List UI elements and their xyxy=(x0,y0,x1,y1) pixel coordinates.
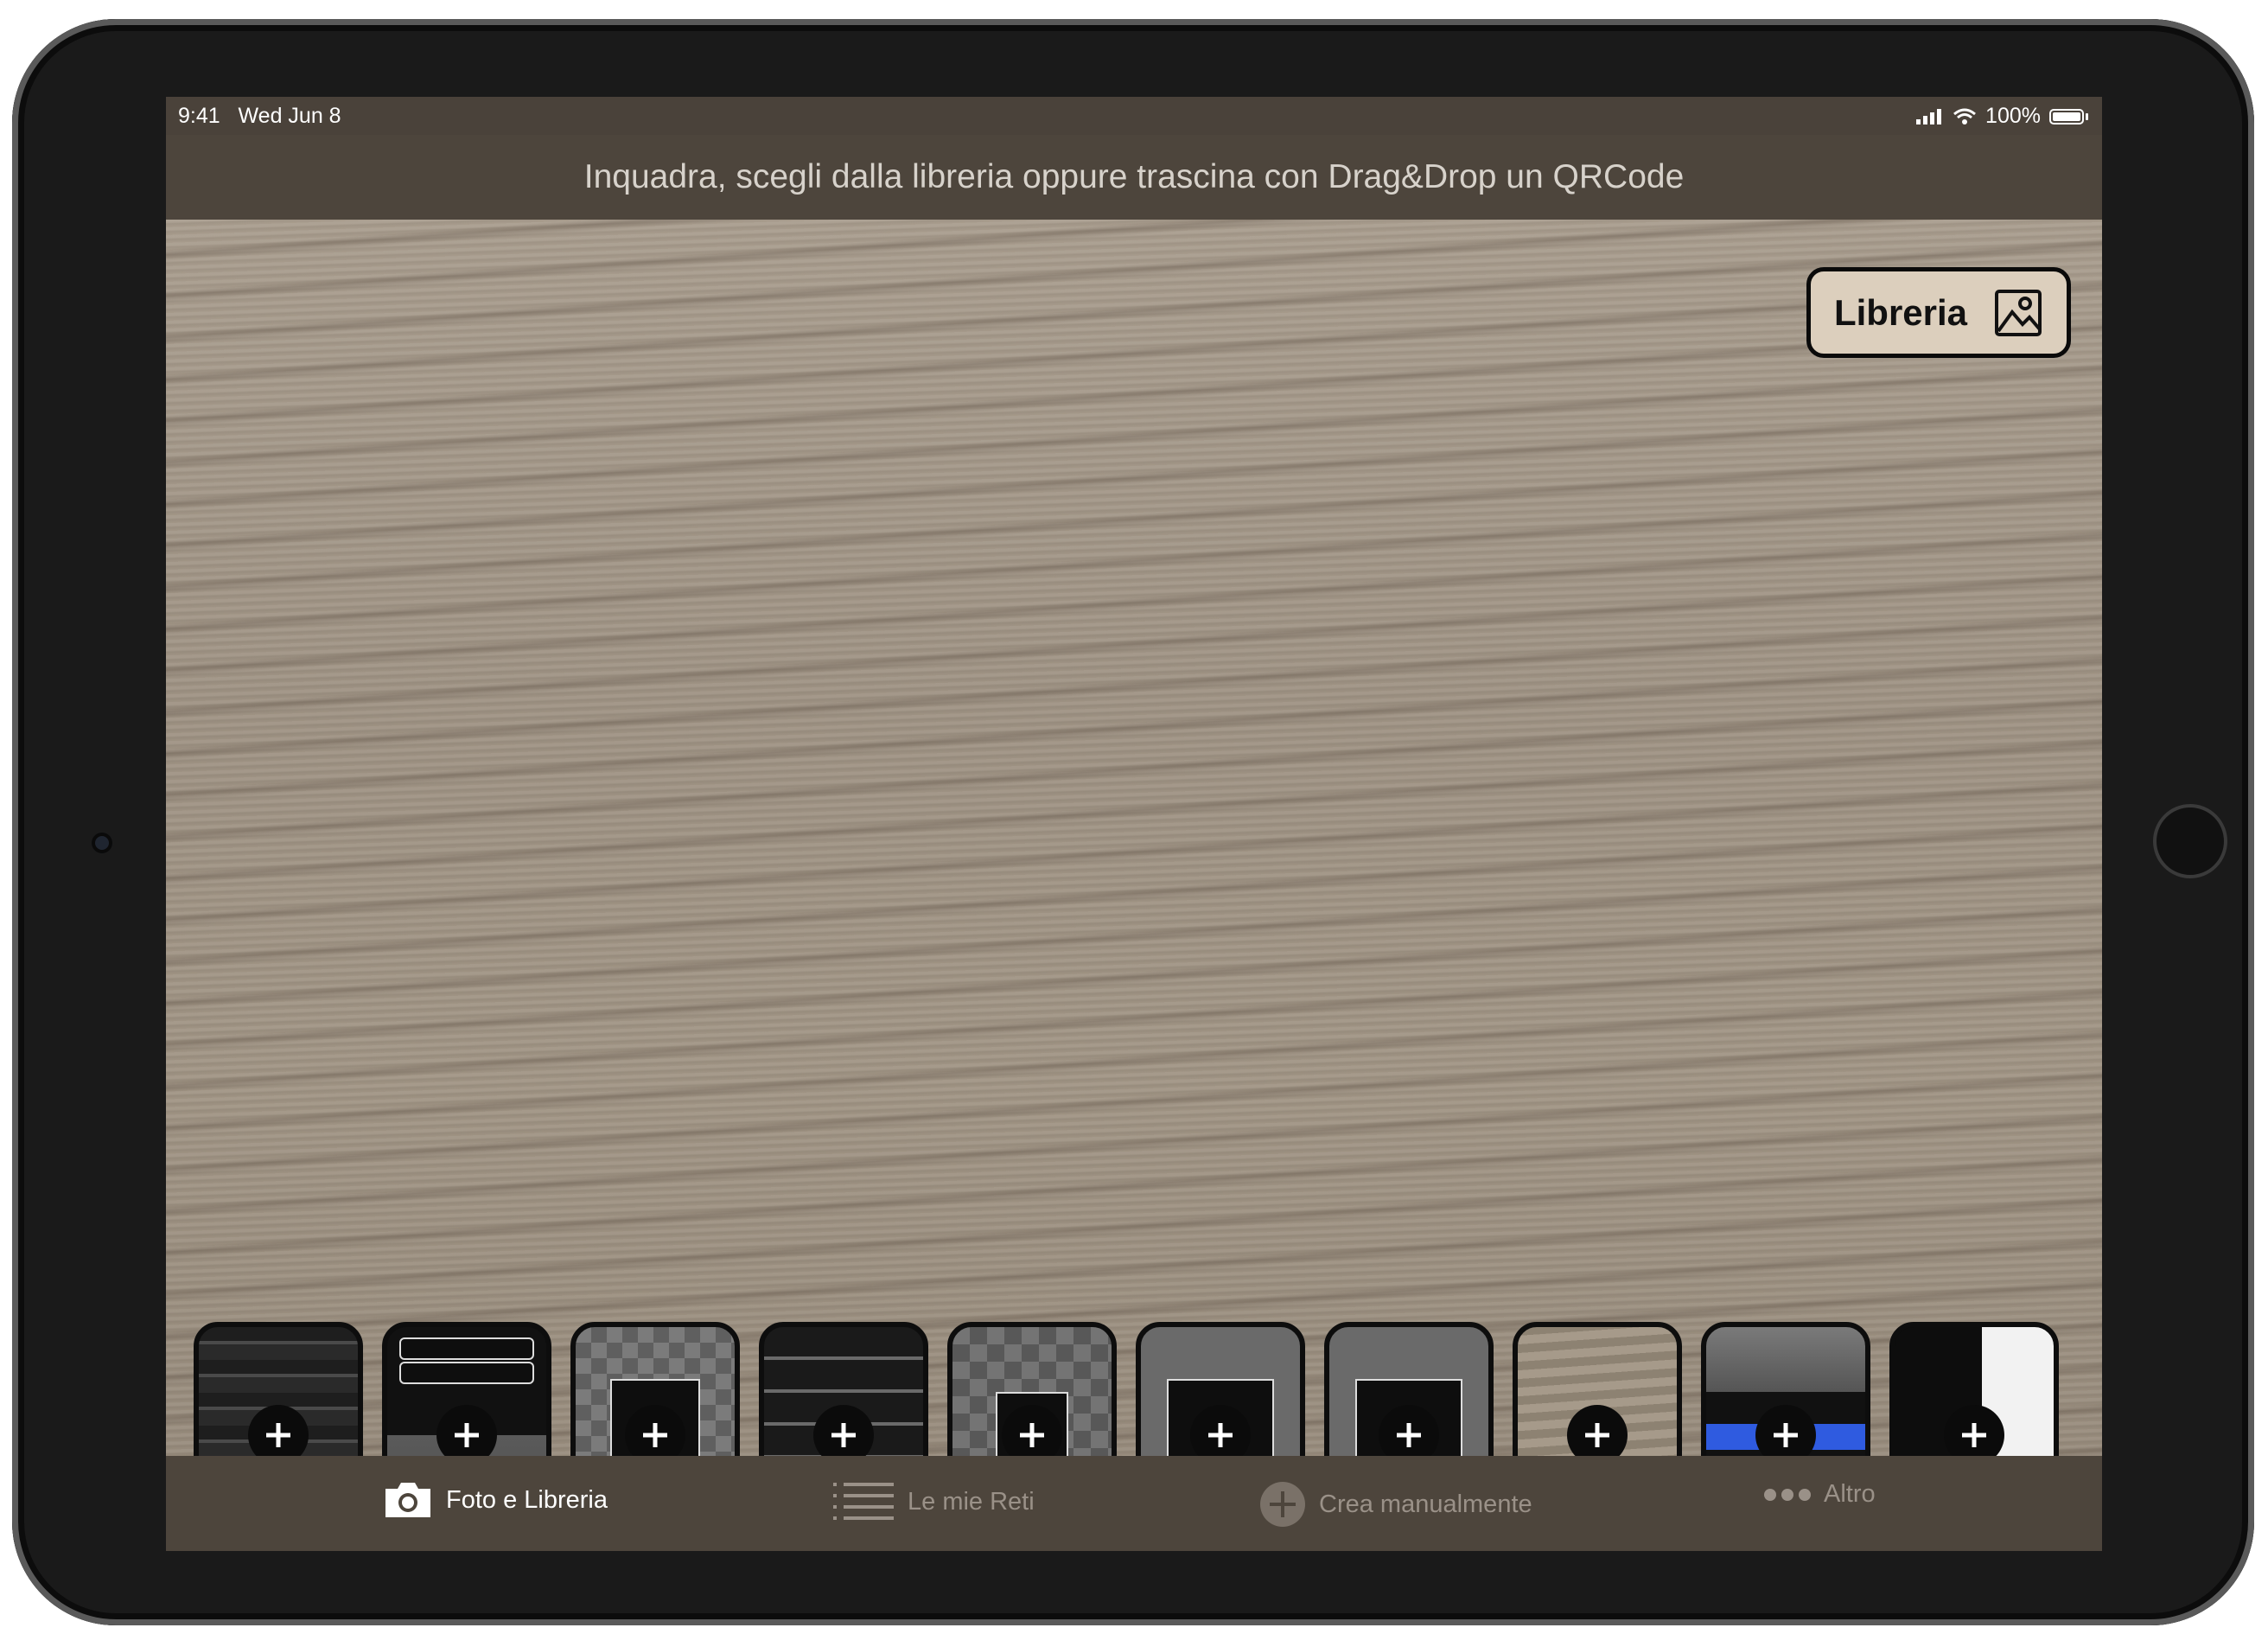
tab-my-networks[interactable]: Le mie Reti xyxy=(831,1480,1035,1523)
thumb-field xyxy=(399,1362,534,1384)
library-button-label: Libreria xyxy=(1833,291,1968,333)
more-icon xyxy=(1764,1488,1811,1501)
image-icon xyxy=(1995,289,2042,336)
status-time: 9:41 Wed Jun 8 xyxy=(178,104,341,128)
front-camera xyxy=(92,833,112,853)
header-title: Inquadra, scegli dalla libreria oppure t… xyxy=(583,158,1685,195)
tab-more[interactable]: Altro xyxy=(1763,1480,1876,1509)
camera-preview[interactable]: Libreria xyxy=(166,220,2102,1548)
thumb-field xyxy=(399,1337,534,1360)
battery-percent: 100% xyxy=(1985,104,2041,128)
tab-label: Le mie Reti xyxy=(908,1487,1035,1516)
plus-circle-icon xyxy=(1260,1482,1305,1527)
status-bar: 9:41 Wed Jun 8 100% xyxy=(166,97,2102,135)
list-icon xyxy=(833,1483,894,1520)
tab-create-manually[interactable]: Crea manualmente xyxy=(1258,1480,1532,1529)
tab-label: Altro xyxy=(1824,1480,1876,1508)
screen: 9:41 Wed Jun 8 100% Inquadra, scegli dal… xyxy=(166,97,2102,1551)
battery-tip xyxy=(2086,112,2088,120)
tab-bar: Foto e Libreria Le mie Reti Crea manualm… xyxy=(166,1456,2102,1551)
wifi-icon xyxy=(1953,108,1977,124)
signal-icon xyxy=(1916,108,1942,124)
camera-icon xyxy=(385,1483,430,1517)
tab-photo-library[interactable]: Foto e Libreria xyxy=(382,1480,608,1520)
tab-label: Crea manualmente xyxy=(1319,1490,1532,1518)
battery-icon xyxy=(2049,108,2084,124)
tab-label: Foto e Libreria xyxy=(446,1485,608,1514)
home-button[interactable] xyxy=(2153,804,2227,878)
library-button[interactable]: Libreria xyxy=(1806,267,2071,358)
status-date: Wed Jun 8 xyxy=(238,104,341,128)
header-bar: Inquadra, scegli dalla libreria oppure t… xyxy=(166,135,2102,220)
